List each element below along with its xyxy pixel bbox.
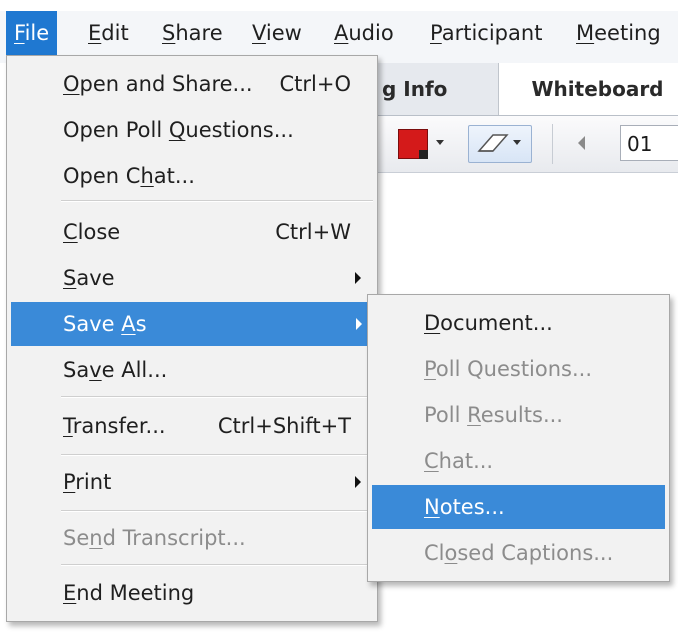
menu-view[interactable]: View xyxy=(244,11,310,55)
menu-participant[interactable]: Participant xyxy=(422,11,550,55)
shortcut-label: Ctrl+O xyxy=(279,72,352,96)
submenu-item-poll-questions: Poll Questions... xyxy=(424,357,593,381)
tab-meeting-info[interactable]: g Info xyxy=(376,63,503,115)
submenu-arrow-icon xyxy=(356,318,362,330)
save-as-submenu: Document... Poll Questions... Poll Resul… xyxy=(367,294,670,582)
submenu-item-chat: Chat... xyxy=(424,449,494,473)
menu-separator xyxy=(61,396,373,398)
menu-item-save-as[interactable]: Save As xyxy=(11,302,374,346)
eraser-button[interactable] xyxy=(468,125,532,163)
file-menu: Open and Share... Ctrl+O Open Poll Quest… xyxy=(6,55,378,622)
submenu-item-closed-captions: Closed Captions... xyxy=(424,541,614,565)
shortcut-label: Ctrl+Shift+T xyxy=(217,414,351,438)
shortcut-label: Ctrl+W xyxy=(275,220,351,244)
menu-item-open-poll-questions[interactable]: Open Poll Questions... xyxy=(11,108,373,152)
menu-separator xyxy=(61,454,373,456)
submenu-item-notes[interactable]: Notes... xyxy=(372,485,665,529)
menu-file[interactable]: File xyxy=(6,11,58,55)
tab-strip: g Info Whiteboard xyxy=(376,63,678,116)
whiteboard-toolbar: 01 xyxy=(376,116,678,173)
pen-color-icon[interactable] xyxy=(398,129,428,159)
menu-item-open-and-share[interactable]: Open and Share... Ctrl+O xyxy=(11,62,373,106)
tab-whiteboard[interactable]: Whiteboard xyxy=(498,63,678,115)
menu-item-transfer[interactable]: Transfer... Ctrl+Shift+T xyxy=(11,404,373,448)
page-number-field[interactable]: 01 xyxy=(620,125,678,161)
submenu-item-document[interactable]: Document... xyxy=(372,301,665,345)
toolbar-separator xyxy=(552,124,553,164)
menu-item-close[interactable]: Close Ctrl+W xyxy=(11,210,373,254)
menu-item-print[interactable]: Print xyxy=(11,460,373,504)
previous-page-icon[interactable] xyxy=(578,136,585,150)
menu-item-save[interactable]: Save xyxy=(11,256,373,300)
menu-item-save-all[interactable]: Save All... xyxy=(11,348,373,392)
window-top-edge xyxy=(0,0,678,11)
submenu-item-poll-results: Poll Results... xyxy=(424,403,563,427)
menu-share[interactable]: Share xyxy=(154,11,231,55)
menu-edit[interactable]: Edit xyxy=(80,11,137,55)
color-dropdown-icon[interactable] xyxy=(436,140,444,145)
menu-separator xyxy=(61,564,373,566)
submenu-arrow-icon xyxy=(355,272,361,284)
menu-separator xyxy=(61,510,373,512)
menu-item-end-meeting[interactable]: End Meeting xyxy=(11,571,373,615)
submenu-arrow-icon xyxy=(355,476,361,488)
menu-separator xyxy=(61,200,373,202)
eraser-dropdown-icon[interactable] xyxy=(513,140,521,145)
eraser-icon xyxy=(477,134,509,152)
menu-audio[interactable]: Audio xyxy=(326,11,402,55)
menu-meeting[interactable]: Meeting xyxy=(568,11,669,55)
menu-bar: File Edit Share View Audio Participant M… xyxy=(0,0,678,63)
menu-item-send-transcript: Send Transcript... xyxy=(63,526,246,550)
menu-item-open-chat[interactable]: Open Chat... xyxy=(11,154,373,198)
